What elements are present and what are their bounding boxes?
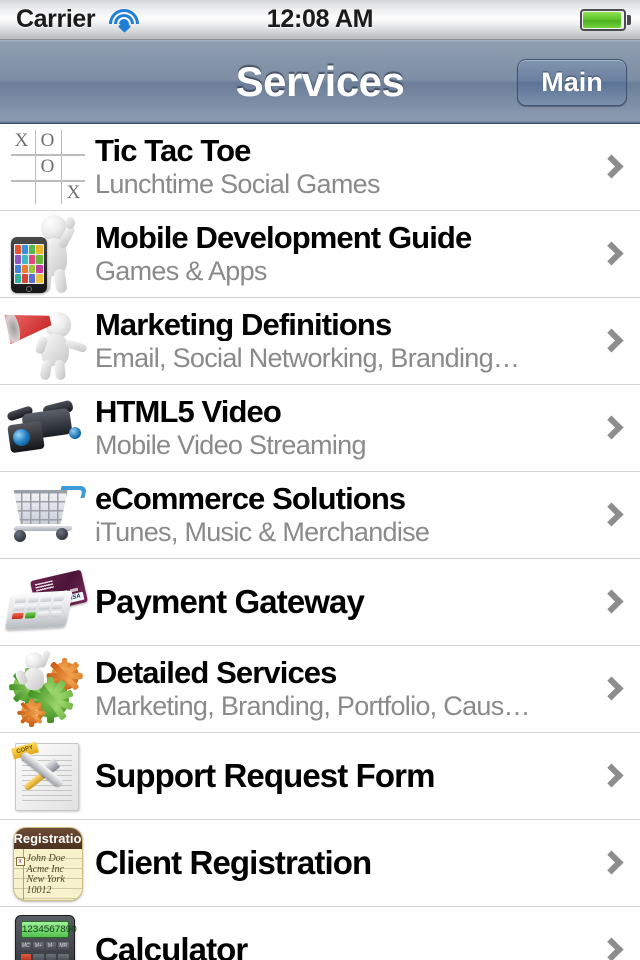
table-row[interactable]: COPY Support Request Form [0,733,640,820]
credit-card-terminal-icon: VISA [0,559,95,646]
smartphone-icon [10,237,47,293]
row-subtitle: iTunes, Music & Merchandise [95,517,430,548]
row-title: Payment Gateway [95,584,365,620]
table-row[interactable]: Detailed Services Marketing, Branding, P… [0,646,640,733]
clock-label: 12:08 AM [266,5,374,33]
tic-tac-toe-icon: X O O X [0,124,95,211]
table-row[interactable]: eCommerce Solutions iTunes, Music & Merc… [0,472,640,559]
notepad-text: John Doe Acme Inc New York 10012 [26,853,66,896]
row-text: Detailed Services Marketing, Branding, P… [95,656,640,723]
table-row[interactable]: Mobile Development Guide Games & Apps [0,211,640,298]
mobile-phone-figure-icon [0,211,95,298]
row-title: Tic Tac Toe [95,133,251,168]
row-text: Payment Gateway [95,584,640,620]
row-title: HTML5 Video [95,394,282,429]
table-row[interactable]: VISA Payment Gateway [0,559,640,646]
shopping-cart-icon [0,472,95,559]
row-title: Marketing Definitions [95,307,392,342]
table-row[interactable]: HTML5 Video Mobile Video Streaming [0,385,640,472]
row-text: Calculator [95,932,640,960]
gears-figure-icon [0,646,95,733]
row-subtitle: Games & Apps [95,256,267,287]
row-text: Marketing Definitions Email, Social Netw… [95,308,640,375]
status-bar: Carrier 12:08 AM [0,0,640,40]
calculator-display: 1234567890 [20,921,77,938]
row-title: Detailed Services [95,655,337,690]
table-row[interactable]: X O O X Tic Tac Toe Lunchtime Social Gam… [0,124,640,211]
row-subtitle: Mobile Video Streaming [95,430,366,461]
document-tools-icon: COPY [0,733,95,820]
registration-notepad-icon: Registration x John Doe Acme Inc New Yor… [0,820,95,907]
row-subtitle: Marketing, Branding, Portfolio, Caus… [95,691,531,722]
main-button[interactable]: Main [517,59,627,106]
row-text: eCommerce Solutions iTunes, Music & Merc… [95,482,640,549]
row-subtitle: Lunchtime Social Games [95,169,380,200]
row-title: eCommerce Solutions [95,481,406,516]
table-row[interactable]: Marketing Definitions Email, Social Netw… [0,298,640,385]
row-title: Calculator [95,932,248,960]
calculator-icon: 1234567890 MC M+ M- MR [0,907,95,960]
row-text: HTML5 Video Mobile Video Streaming [95,395,640,462]
services-list: X O O X Tic Tac Toe Lunchtime Social Gam… [0,124,640,960]
row-text: Support Request Form [95,758,640,794]
navigation-bar: Services Main [0,40,640,124]
row-subtitle: Email, Social Networking, Branding… [95,343,520,374]
row-text: Mobile Development Guide Games & Apps [95,221,640,288]
row-title: Client Registration [95,845,372,881]
megaphone-figure-icon [0,298,95,385]
notepad-header: Registration [13,828,82,849]
row-title: Support Request Form [95,758,435,794]
video-camera-icon [0,385,95,472]
table-row[interactable]: Registration x John Doe Acme Inc New Yor… [0,820,640,907]
table-row[interactable]: 1234567890 MC M+ M- MR Calculator [0,907,640,960]
row-text: Tic Tac Toe Lunchtime Social Games [95,134,640,201]
battery-full-icon [580,8,631,31]
row-text: Client Registration [95,845,640,881]
row-title: Mobile Development Guide [95,220,472,255]
